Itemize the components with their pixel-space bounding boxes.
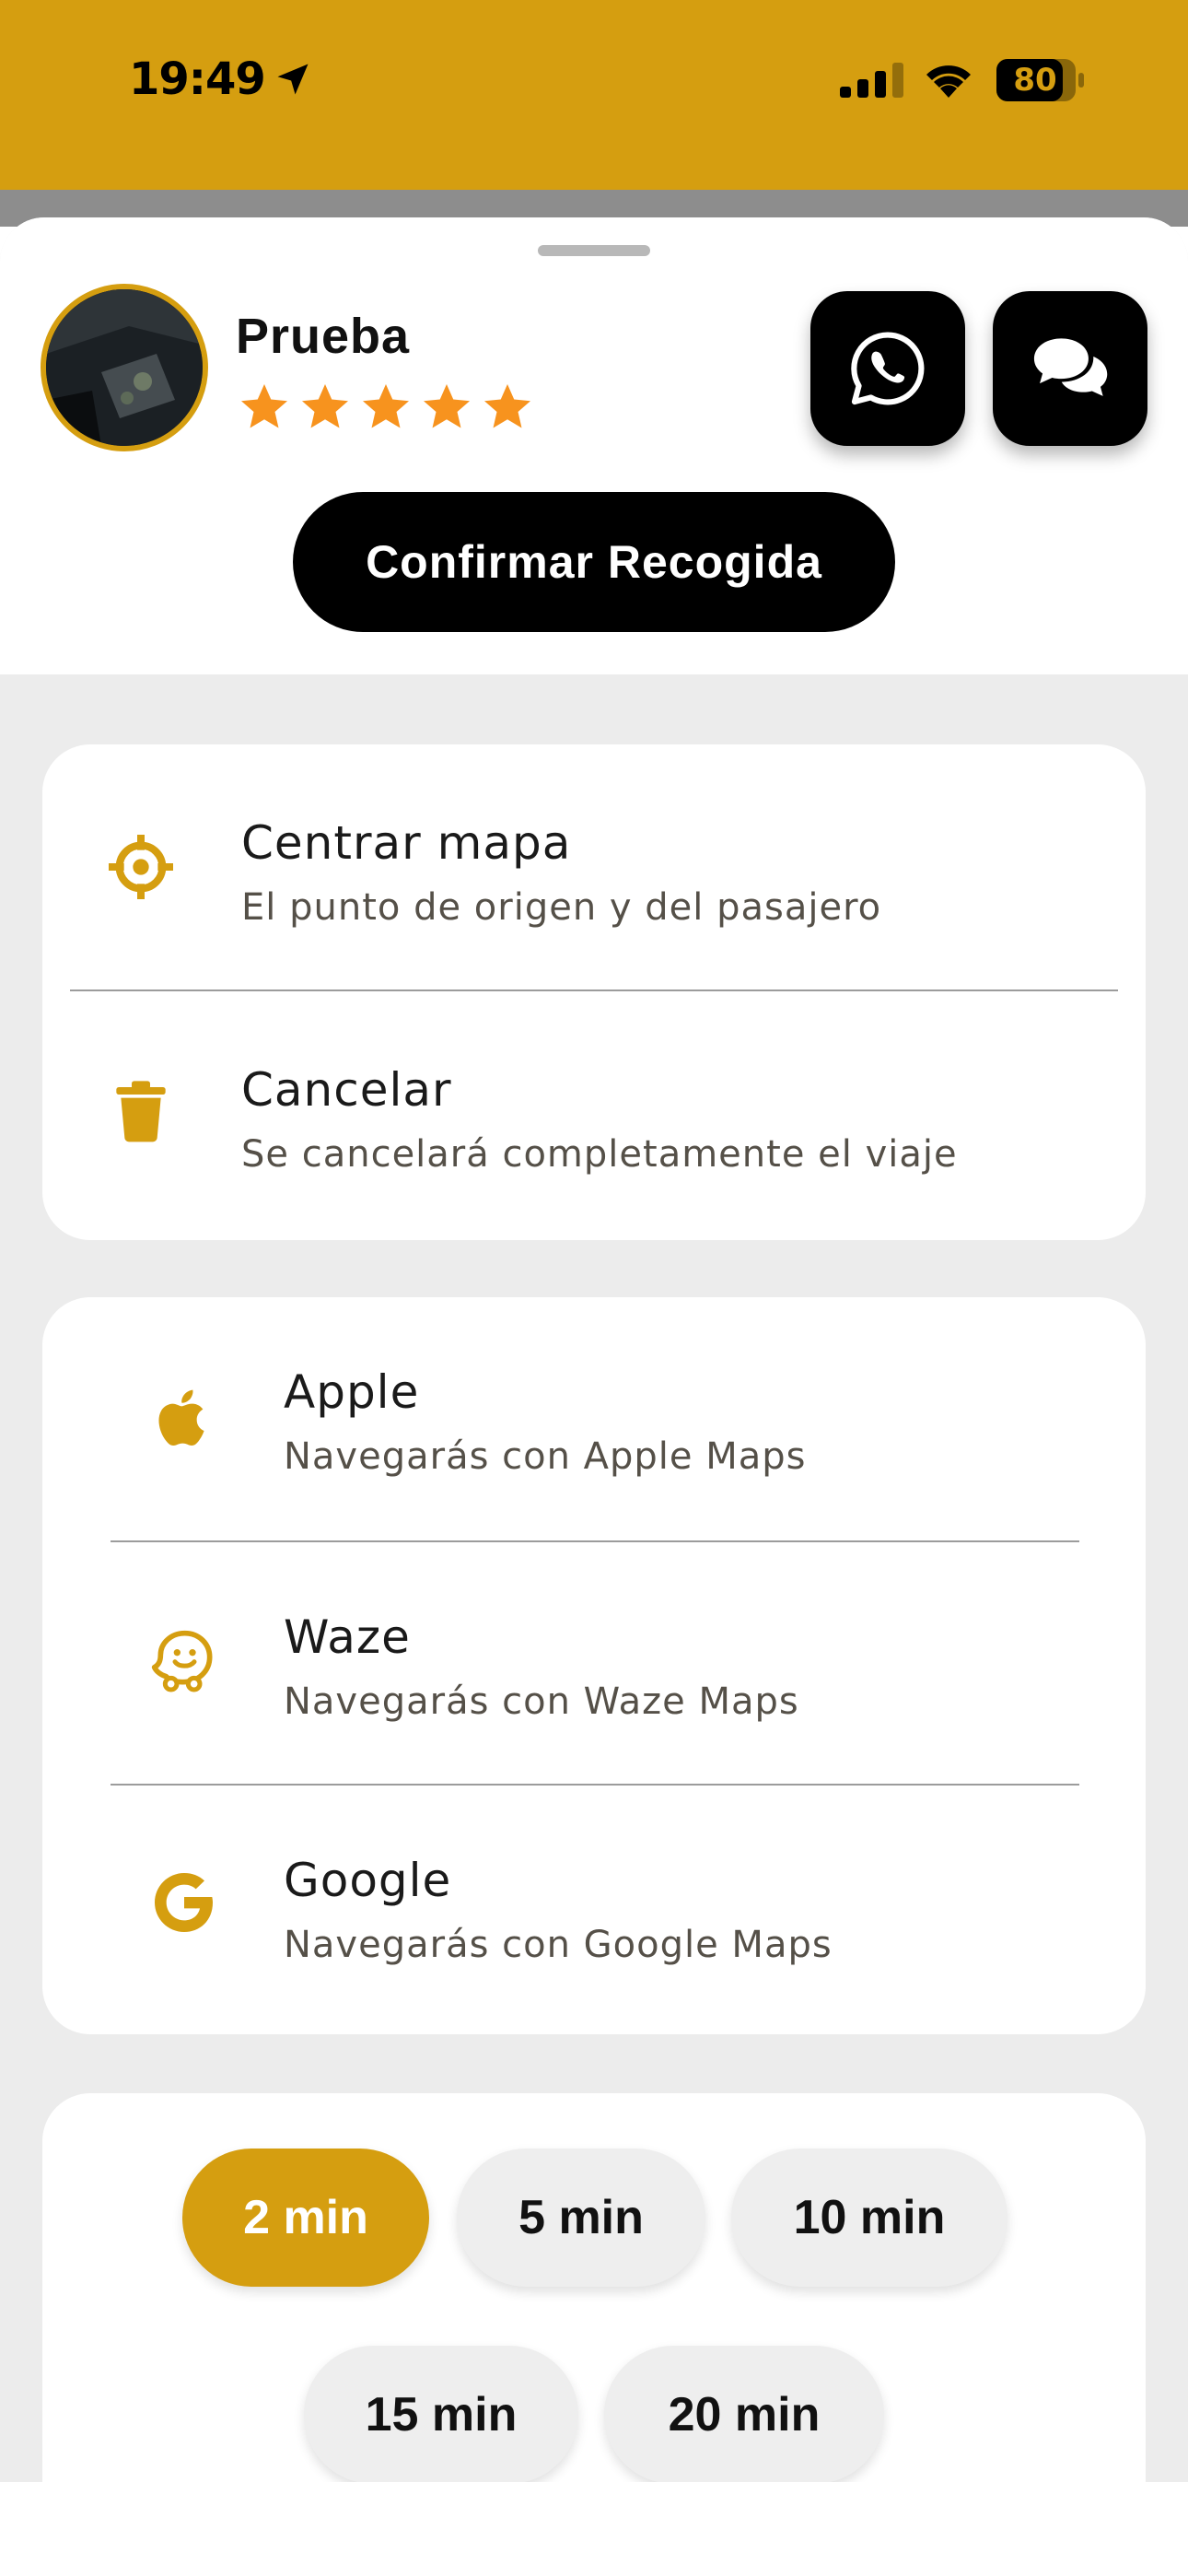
nav-apple-subtitle: Navegarás con Apple Maps [284, 1435, 807, 1478]
crosshair-icon [99, 825, 182, 908]
star-icon [241, 384, 287, 428]
nav-google-subtitle: Navegarás con Google Maps [284, 1924, 833, 1966]
wait-chip-20-min[interactable]: 20 min [604, 2346, 884, 2484]
center-map-subtitle: El punto de origen y del pasajero [241, 886, 882, 929]
wifi-icon [926, 65, 971, 98]
nav-apple-title: Apple [284, 1365, 420, 1419]
nav-waze-item[interactable]: Waze Navegarás con Waze Maps [42, 1542, 1146, 1786]
location-arrow-icon [277, 64, 309, 95]
cancel-title: Cancelar [241, 1063, 452, 1117]
apple-icon [142, 1376, 225, 1459]
waze-icon [142, 1618, 225, 1701]
status-time: 19:49 [129, 53, 266, 105]
confirm-pickup-button[interactable]: Confirmar Recogida [293, 492, 895, 632]
bottom-safe-area [0, 2482, 1188, 2576]
navigation-apps-card: Apple Navegarás con Apple Maps Waze Nave… [42, 1297, 1146, 2034]
avatar [41, 284, 208, 451]
cancel-trip-item[interactable]: Cancelar Se cancelará completamente el v… [42, 991, 1146, 1235]
nav-waze-title: Waze [284, 1610, 411, 1664]
cancel-subtitle: Se cancelará completamente el viaje [241, 1133, 958, 1176]
star-icon [363, 384, 409, 428]
signal-icon [840, 63, 903, 98]
trash-icon [99, 1069, 182, 1152]
avatar-image [46, 289, 203, 446]
battery-level: 80 [1013, 62, 1057, 99]
center-map-item[interactable]: Centrar mapa El punto de origen y del pa… [42, 744, 1146, 988]
drag-handle[interactable] [538, 245, 650, 256]
star-icon [484, 384, 530, 428]
whatsapp-button[interactable] [810, 291, 965, 446]
rating-stars [234, 380, 538, 435]
status-bar: 19:49 80 [0, 0, 1188, 190]
chat-button[interactable] [993, 291, 1147, 446]
whatsapp-icon [851, 332, 925, 405]
google-icon [142, 1861, 225, 1944]
wait-chip-15-min[interactable]: 15 min [304, 2346, 578, 2484]
star-icon [424, 384, 470, 428]
nav-waze-subtitle: Navegarás con Waze Maps [284, 1680, 799, 1723]
trip-options-card: Centrar mapa El punto de origen y del pa… [42, 744, 1146, 1240]
nav-google-title: Google [284, 1854, 452, 1907]
bottom-sheet: Prueba Confirmar Recogida Centrar mapa E… [0, 217, 1188, 2576]
center-map-title: Centrar mapa [241, 816, 572, 870]
chat-bubbles-icon [1033, 338, 1108, 396]
nav-google-item[interactable]: Google Navegarás con Google Maps [42, 1786, 1146, 2029]
wait-chip-2-min[interactable]: 2 min [182, 2149, 429, 2287]
nav-apple-item[interactable]: Apple Navegarás con Apple Maps [42, 1297, 1146, 1540]
star-icon [302, 384, 348, 428]
driver-name: Prueba [236, 309, 411, 364]
driver-header: Prueba Confirmar Recogida [0, 217, 1188, 674]
wait-chip-5-min[interactable]: 5 min [457, 2149, 705, 2287]
wait-chip-10-min[interactable]: 10 min [731, 2149, 1007, 2287]
